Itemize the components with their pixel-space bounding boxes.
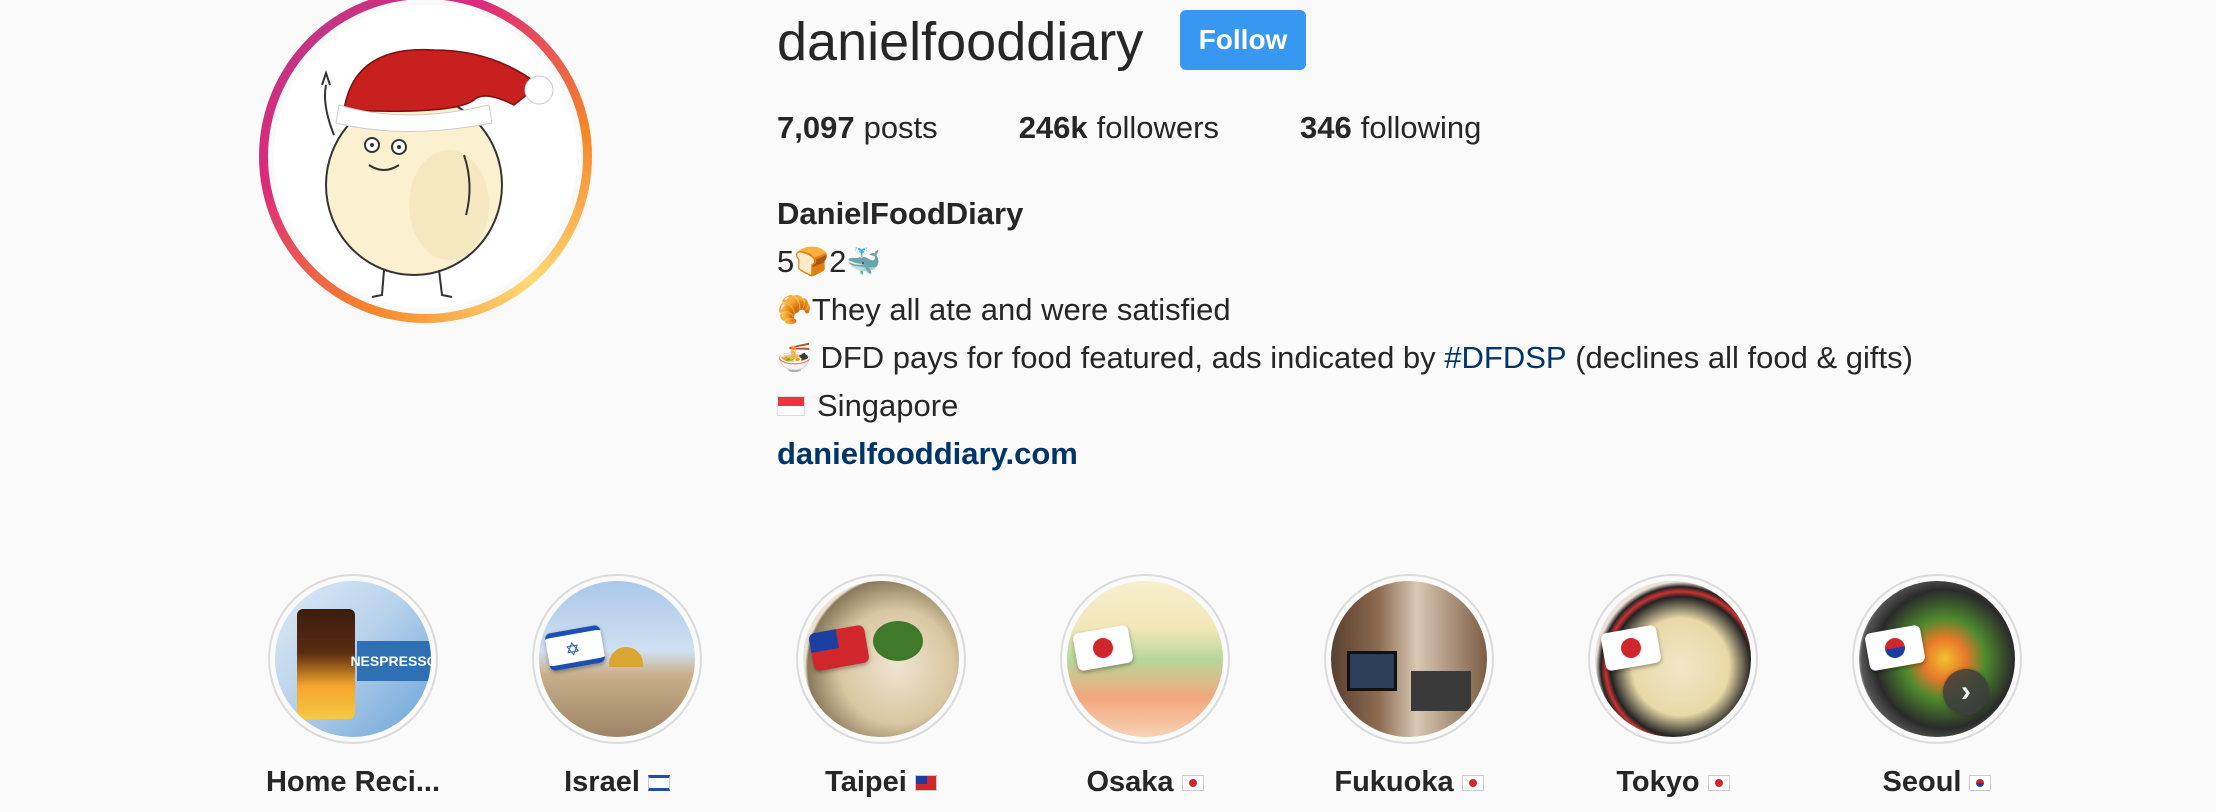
taiwan-flag-icon xyxy=(914,774,937,791)
highlight-thumb-bibimbap xyxy=(1859,581,2015,737)
profile-bio: DanielFoodDiary 5 🍞 2 🐳 🥐 They all ate a… xyxy=(777,190,1913,478)
follow-button[interactable]: Follow xyxy=(1180,10,1306,70)
highlight-label: Taipei xyxy=(825,766,907,798)
followers-count: 246k xyxy=(1018,110,1088,145)
highlight-thumb-coffee: NESPRESSO xyxy=(275,581,431,737)
avatar-mascot-icon xyxy=(274,5,577,308)
highlight-item[interactable]: Osaka xyxy=(1013,574,1277,799)
following-stat[interactable]: 346 following xyxy=(1300,108,1481,148)
highlight-label: Tokyo xyxy=(1616,766,1700,798)
singapore-flag-icon xyxy=(777,396,805,416)
bio-line-3-text-a: DFD pays for food featured, ads indicate… xyxy=(811,340,1445,375)
profile-page: danielfooddiary Follow 7,097 posts 246k … xyxy=(0,0,2216,812)
bio-line-1-text-a: 5 xyxy=(777,244,795,279)
highlight-item[interactable]: Fukuoka xyxy=(1277,574,1541,799)
bio-location-text: Singapore xyxy=(817,388,959,423)
highlight-thumb-noodles xyxy=(803,581,959,737)
korea-flag-icon xyxy=(1969,774,1992,791)
highlight-item[interactable]: ✡ Israel xyxy=(485,574,749,799)
profile-stats: 7,097 posts 246k followers 346 following xyxy=(777,108,1562,148)
highlight-item[interactable]: Taipei xyxy=(749,574,1013,799)
profile-avatar[interactable] xyxy=(259,0,592,323)
highlight-label: Home Reci... xyxy=(265,766,441,798)
story-highlights: NESPRESSO Home Reci... ✡ Israel Taipei O… xyxy=(221,574,2022,812)
highlight-item[interactable]: Seoul xyxy=(1805,574,2069,799)
japan-flag-icon xyxy=(1181,774,1204,791)
highlight-thumb-ramen xyxy=(1595,581,1751,737)
croissant-icon: 🥐 xyxy=(777,293,812,326)
bio-line-2: 🥐 They all ate and were satisfied xyxy=(777,286,1913,334)
highlight-label: Israel xyxy=(564,766,640,798)
profile-username: danielfooddiary xyxy=(777,12,1144,72)
bio-line-3: 🍜 DFD pays for food featured, ads indica… xyxy=(777,334,1913,382)
highlight-item[interactable]: Tokyo xyxy=(1541,574,1805,799)
followers-stat[interactable]: 246k followers xyxy=(1019,108,1219,148)
highlight-label: Seoul xyxy=(1882,766,1962,798)
highlight-thumb-sandwich xyxy=(1067,581,1223,737)
bio-full-name: DanielFoodDiary xyxy=(777,196,1024,231)
israel-flag-icon xyxy=(647,774,670,791)
highlight-label: Osaka xyxy=(1086,766,1174,798)
posts-label: posts xyxy=(863,110,938,145)
highlight-label: Fukuoka xyxy=(1334,766,1454,798)
posts-count: 7,097 xyxy=(777,110,855,145)
japan-flag-icon xyxy=(1707,774,1730,791)
highlight-item[interactable]: NESPRESSO Home Reci... xyxy=(221,574,485,799)
bio-line-4: Singapore xyxy=(777,382,1913,430)
bio-line-2-text: They all ate and were satisfied xyxy=(811,292,1231,327)
posts-stat: 7,097 posts xyxy=(777,108,938,148)
noodle-bowl-icon: 🍜 xyxy=(777,341,812,374)
highlight-thumb-restaurant xyxy=(1331,581,1487,737)
bread-icon: 🍞 xyxy=(794,245,830,278)
whale-icon: 🐳 xyxy=(846,245,882,278)
followers-label: followers xyxy=(1096,110,1219,145)
website-link[interactable]: danielfooddiary.com xyxy=(777,430,1913,478)
bio-line-3-text-b: (declines all food & gifts) xyxy=(1566,340,1913,375)
following-label: following xyxy=(1360,110,1482,145)
chevron-right-icon[interactable]: › xyxy=(1943,669,1989,715)
japan-flag-icon xyxy=(1461,774,1484,791)
bio-line-1: 5 🍞 2 🐳 xyxy=(777,238,1913,286)
following-count: 346 xyxy=(1299,110,1352,145)
hashtag-link[interactable]: #DFDSP xyxy=(1444,334,1566,382)
highlight-thumb-jerusalem: ✡ xyxy=(539,581,695,737)
bio-line-1-text-b: 2 xyxy=(829,244,847,279)
